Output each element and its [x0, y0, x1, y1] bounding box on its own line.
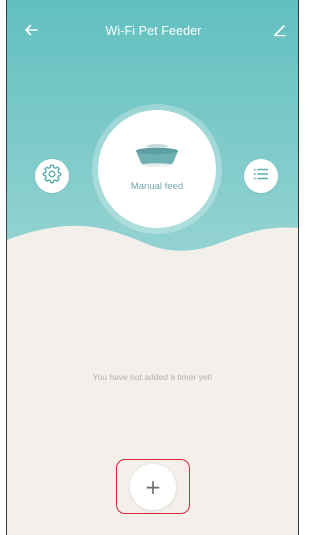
list-icon [252, 165, 270, 188]
app-screen: Wi-Fi Pet Feeder Manual feed You have no… [6, 0, 299, 535]
gear-icon [42, 164, 62, 189]
pet-bowl-icon [132, 134, 182, 179]
empty-timers-message: You have not added a timer yet! [92, 372, 213, 382]
feeding-log-button[interactable] [244, 159, 278, 193]
page-title: Wi-Fi Pet Feeder [105, 24, 202, 38]
plus-icon: + [144, 475, 162, 499]
top-bar: Wi-Fi Pet Feeder [7, 0, 298, 60]
edit-button[interactable] [268, 20, 292, 44]
manual-feed-label: Manual feed [130, 181, 184, 192]
settings-button[interactable] [35, 159, 69, 193]
pencil-icon [273, 23, 287, 42]
add-timer-button[interactable]: + [130, 464, 176, 510]
manual-feed-button[interactable]: Manual feed [98, 110, 216, 228]
